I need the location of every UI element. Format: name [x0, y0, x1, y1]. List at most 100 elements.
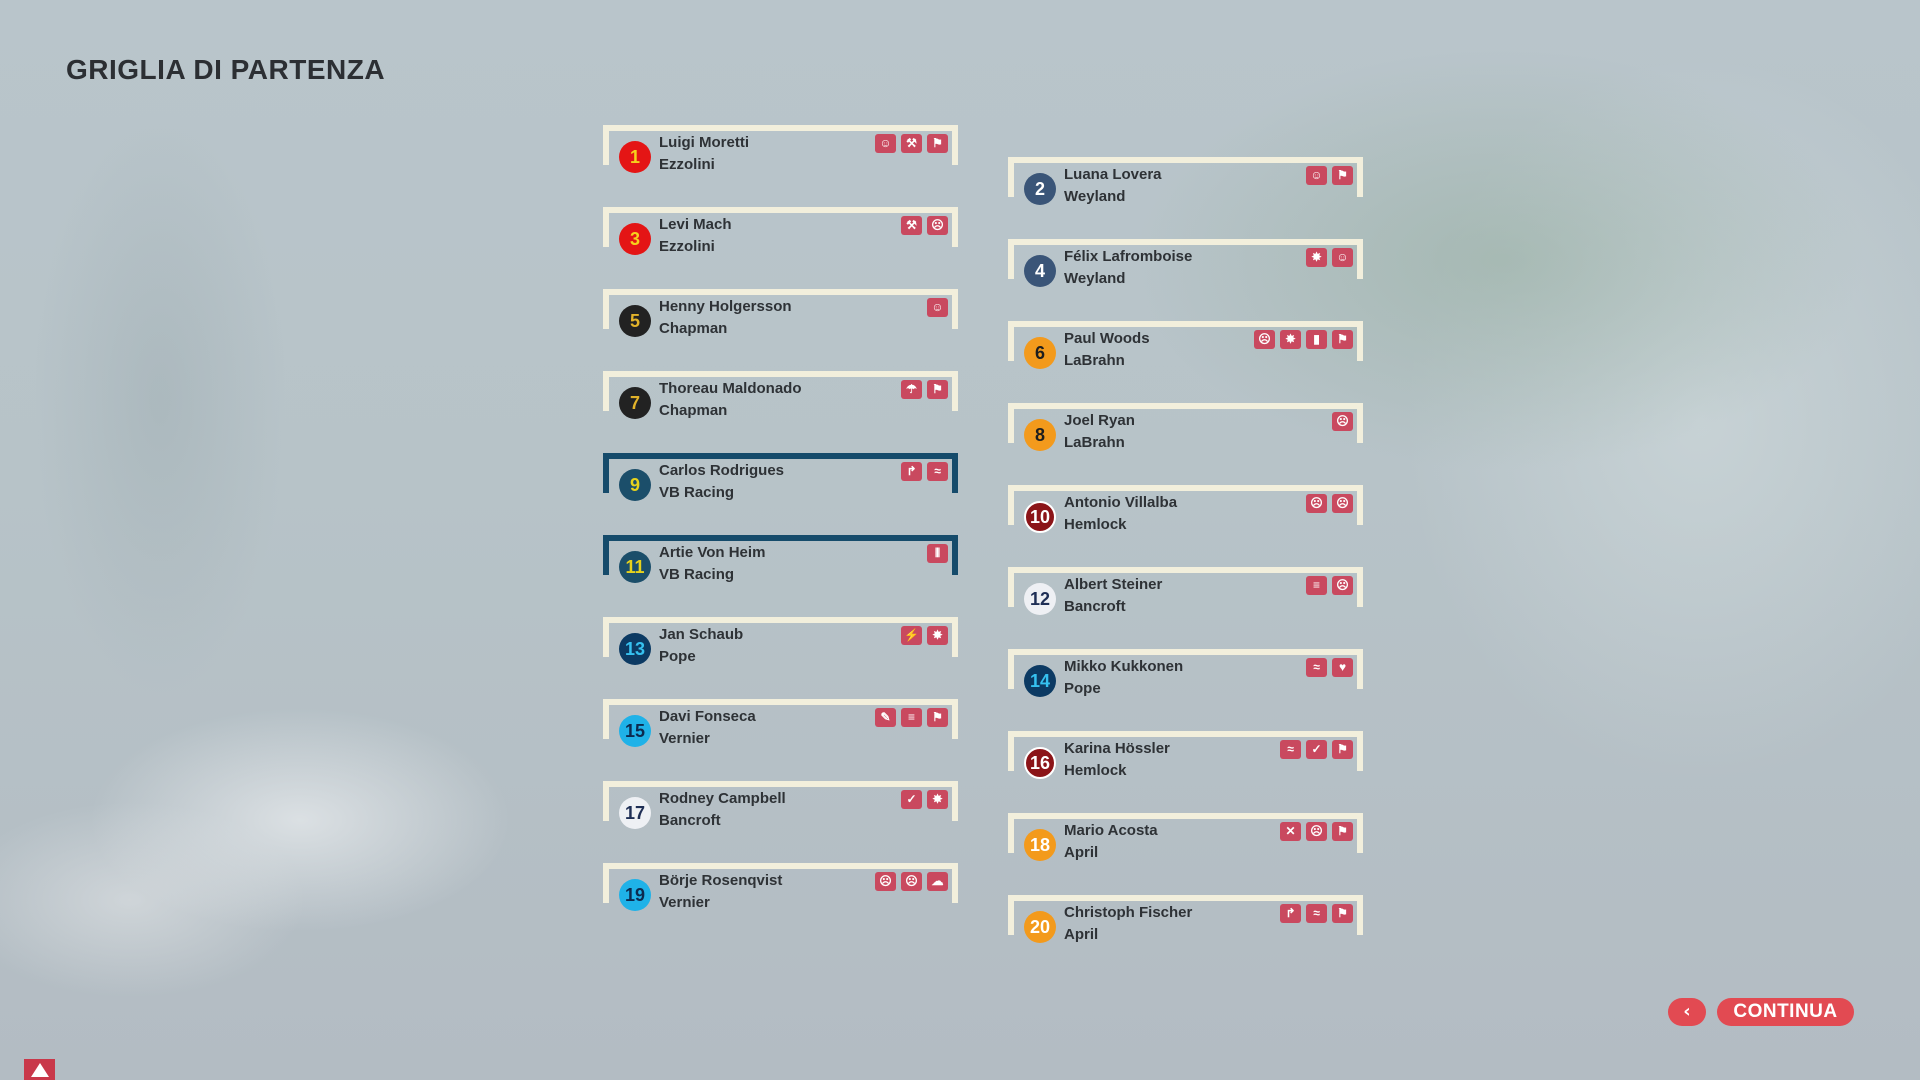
- trait-icons: ☹ ☹: [1306, 494, 1353, 513]
- grid-entry[interactable]: 8 Joel Ryan LaBrahn ☹: [1008, 403, 1363, 451]
- grid-entry[interactable]: 13 Jan Schaub Pope ⚡ ✸: [603, 617, 958, 665]
- driver-name: Rodney Campbell: [659, 790, 786, 807]
- grin-icon[interactable]: ≈: [927, 462, 948, 481]
- team-name: LaBrahn: [1064, 352, 1125, 369]
- grid-position-badge: 13: [619, 633, 651, 665]
- sad-icon[interactable]: ☹: [1306, 494, 1327, 513]
- grid-entry[interactable]: 12 Albert Steiner Bancroft ≡ ☹: [1008, 567, 1363, 615]
- trait-icons: ⚡ ✸: [901, 626, 948, 645]
- burst-icon[interactable]: ✸: [1306, 248, 1327, 267]
- smile-icon[interactable]: ☺: [1332, 248, 1353, 267]
- team-name: Hemlock: [1064, 516, 1127, 533]
- cloud-icon[interactable]: ☁: [927, 872, 948, 891]
- grin-icon[interactable]: ≈: [1280, 740, 1301, 759]
- arm-icon[interactable]: ↱: [901, 462, 922, 481]
- candy-icon[interactable]: ✎: [875, 708, 896, 727]
- back-button[interactable]: ‹: [1668, 998, 1706, 1026]
- driver-name: Félix Lafromboise: [1064, 248, 1193, 265]
- driver-name: Thoreau Maldonado: [659, 380, 802, 397]
- angry-icon[interactable]: ☹: [1332, 412, 1353, 431]
- team-name: Bancroft: [659, 812, 721, 829]
- neutral-icon[interactable]: ≡: [1306, 576, 1327, 595]
- burst-icon[interactable]: ✸: [1280, 330, 1301, 349]
- grid-entry[interactable]: 1 Luigi Moretti Ezzolini ☺ ⚒ ⚑: [603, 125, 958, 173]
- grid-entry[interactable]: 3 Levi Mach Ezzolini ⚒ ☹: [603, 207, 958, 255]
- wrench-icon[interactable]: ⚒: [901, 134, 922, 153]
- flag-icon[interactable]: ⚑: [1332, 166, 1353, 185]
- burst-icon[interactable]: ✸: [927, 626, 948, 645]
- flag-icon[interactable]: ⚑: [927, 134, 948, 153]
- trait-icons: ☺ ⚑: [1306, 166, 1353, 185]
- grid-entry[interactable]: 2 Luana Lovera Weyland ☺ ⚑: [1008, 157, 1363, 205]
- grid-entry[interactable]: 6 Paul Woods LaBrahn ☹ ✸ ▮ ⚑: [1008, 321, 1363, 369]
- grid-entry[interactable]: 15 Davi Fonseca Vernier ✎ ≡ ⚑: [603, 699, 958, 747]
- trait-icons: ≡ ☹: [1306, 576, 1353, 595]
- grid-position-badge: 12: [1024, 583, 1056, 615]
- neutral-icon[interactable]: ≡: [901, 708, 922, 727]
- grin-icon[interactable]: ≈: [1306, 658, 1327, 677]
- driver-name: Mikko Kukkonen: [1064, 658, 1184, 675]
- team-name: Pope: [659, 648, 696, 665]
- grid-entry[interactable]: 11 Artie Von Heim VB Racing ⦀: [603, 535, 958, 583]
- grid-entry[interactable]: 10 Antonio Villalba Hemlock ☹ ☹: [1008, 485, 1363, 533]
- driver-name: Antonio Villalba: [1064, 494, 1178, 511]
- grid-entry[interactable]: 17 Rodney Campbell Bancroft ✓ ✸: [603, 781, 958, 829]
- arm-icon[interactable]: ↱: [1280, 904, 1301, 923]
- trait-icons: ✎ ≡ ⚑: [875, 708, 948, 727]
- grid-position-badge: 7: [619, 387, 651, 419]
- check-icon[interactable]: ✓: [901, 790, 922, 809]
- flag-icon[interactable]: ⚑: [1332, 904, 1353, 923]
- team-name: Weyland: [1064, 188, 1126, 205]
- angry-icon[interactable]: ☹: [901, 872, 922, 891]
- flag-icon[interactable]: ⚑: [1332, 822, 1353, 841]
- driver-name: Carlos Rodrigues: [659, 462, 785, 479]
- angry-icon[interactable]: ☹: [1332, 494, 1353, 513]
- smile-icon[interactable]: ☺: [875, 134, 896, 153]
- team-name: Ezzolini: [659, 238, 715, 255]
- team-name: Bancroft: [1064, 598, 1126, 615]
- signal-icon[interactable]: ⦀: [927, 544, 948, 563]
- cross-icon[interactable]: ✕: [1280, 822, 1301, 841]
- continue-button[interactable]: CONTINUA: [1717, 998, 1854, 1026]
- check-icon[interactable]: ✓: [1306, 740, 1327, 759]
- grid-entry[interactable]: 14 Mikko Kukkonen Pope ≈ ♥: [1008, 649, 1363, 697]
- angry-icon[interactable]: ☹: [1306, 822, 1327, 841]
- wrench-icon[interactable]: ⚒: [901, 216, 922, 235]
- grid-entry[interactable]: 9 Carlos Rodrigues VB Racing ↱ ≈: [603, 453, 958, 501]
- grid-position-badge: 15: [619, 715, 651, 747]
- grid-entry[interactable]: 19 Börje Rosenqvist Vernier ☹ ☹ ☁: [603, 863, 958, 911]
- grid-entry[interactable]: 7 Thoreau Maldonado Chapman ☂ ⚑: [603, 371, 958, 419]
- grid-entry[interactable]: 18 Mario Acosta April ✕ ☹ ⚑: [1008, 813, 1363, 861]
- angry-icon[interactable]: ☹: [927, 216, 948, 235]
- driver-name: Levi Mach: [659, 216, 732, 233]
- smile-icon[interactable]: ☺: [927, 298, 948, 317]
- grid-position-badge: 5: [619, 305, 651, 337]
- burst-icon[interactable]: ✸: [927, 790, 948, 809]
- driver-name: Davi Fonseca: [659, 708, 756, 725]
- grid-position-badge: 20: [1024, 911, 1056, 943]
- grin-icon[interactable]: ≈: [1306, 904, 1327, 923]
- trait-icons: ✓ ✸: [901, 790, 948, 809]
- grid-entry[interactable]: 5 Henny Holgersson Chapman ☺: [603, 289, 958, 337]
- grid-entry[interactable]: 4 Félix Lafromboise Weyland ✸ ☺: [1008, 239, 1363, 287]
- crash-icon[interactable]: ⚡: [901, 626, 922, 645]
- flag-icon[interactable]: ⚑: [1332, 740, 1353, 759]
- grid-entry[interactable]: 16 Karina Hössler Hemlock ≈ ✓ ⚑: [1008, 731, 1363, 779]
- angry-icon[interactable]: ☹: [1254, 330, 1275, 349]
- chart-icon[interactable]: ▮: [1306, 330, 1327, 349]
- trait-icons: ☂ ⚑: [901, 380, 948, 399]
- umbrella-icon[interactable]: ☂: [901, 380, 922, 399]
- angry-icon[interactable]: ☹: [1332, 576, 1353, 595]
- sad-icon[interactable]: ☹: [875, 872, 896, 891]
- flag-icon[interactable]: ⚑: [927, 380, 948, 399]
- smile-icon[interactable]: ☺: [1306, 166, 1327, 185]
- driver-name: Karina Hössler: [1064, 740, 1170, 757]
- warning-icon[interactable]: [24, 1059, 55, 1080]
- trait-icons: ↱ ≈ ⚑: [1280, 904, 1353, 923]
- team-name: Hemlock: [1064, 762, 1127, 779]
- driver-name: Paul Woods: [1064, 330, 1150, 347]
- grid-entry[interactable]: 20 Christoph Fischer April ↱ ≈ ⚑: [1008, 895, 1363, 943]
- flag-icon[interactable]: ⚑: [927, 708, 948, 727]
- flag-icon[interactable]: ⚑: [1332, 330, 1353, 349]
- heart-icon[interactable]: ♥: [1332, 658, 1353, 677]
